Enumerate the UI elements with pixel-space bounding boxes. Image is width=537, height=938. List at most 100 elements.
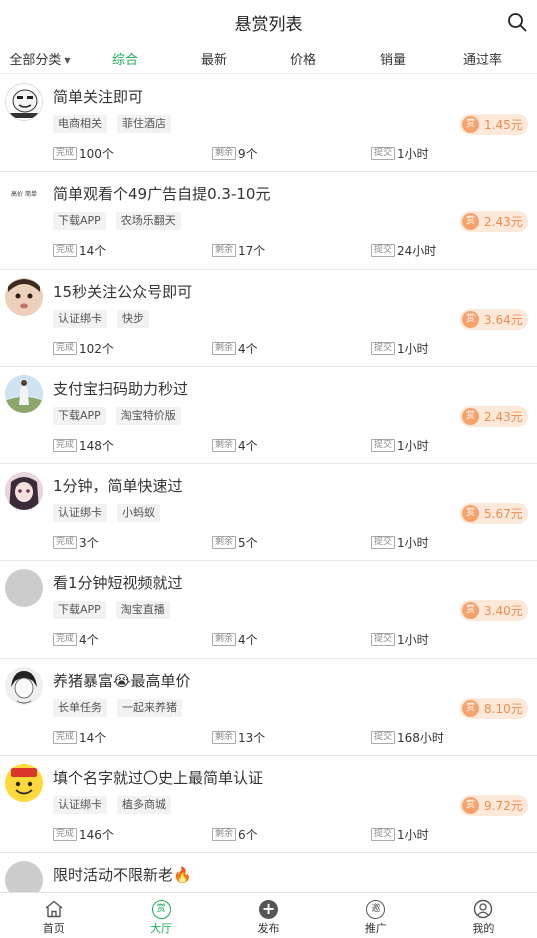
filter-all-categories[interactable]: 全部分类 ▼ xyxy=(0,49,80,68)
submit-time: 提交 1小时 xyxy=(371,437,429,454)
search-icon[interactable] xyxy=(507,12,527,32)
submit-value: 1小时 xyxy=(397,828,429,843)
reward-badge: 赏 1.45元 xyxy=(460,114,528,135)
done-count: 完成 14个 xyxy=(53,242,106,259)
submit-label: 提交 xyxy=(371,730,396,744)
task-title: 15秒关注公众号即可 xyxy=(53,282,193,301)
remain-label: 剩余 xyxy=(212,438,237,452)
reward-value: 5.67元 xyxy=(484,507,523,522)
task-list: 简单关注即可 电商相关 菲住酒店 完成 100个 剩余 9个 提交 1小时 赏 1.45… xyxy=(0,75,537,892)
promote-icon: 邀 xyxy=(365,899,387,919)
done-count: 完成 100个 xyxy=(53,145,114,162)
filter-price[interactable]: 价格 xyxy=(258,49,348,68)
remain-label: 剩余 xyxy=(212,244,237,258)
reward-badge: 赏 8.10元 xyxy=(460,697,528,719)
remain-value: 13个 xyxy=(238,730,266,745)
remain-value: 6个 xyxy=(238,828,258,843)
tab-promote[interactable]: 邀 推广 xyxy=(322,893,429,938)
task-row[interactable]: 15秒关注公众号即可 认证绑卡 快步 完成 102个 剩余 4个 提交 1小时 赏 3.… xyxy=(0,270,537,367)
reward-badge: 赏 5.67元 xyxy=(460,503,528,525)
avatar: 高价 简单 xyxy=(5,180,43,219)
remain-value: 4个 xyxy=(238,341,258,356)
task-tag: 一起来养猪 xyxy=(117,698,182,717)
avatar xyxy=(5,374,43,413)
reward-value: 1.45元 xyxy=(484,118,523,132)
task-row[interactable]: 简单关注即可 电商相关 菲住酒店 完成 100个 剩余 9个 提交 1小时 赏 1.45… xyxy=(0,75,537,173)
done-value: 102个 xyxy=(79,341,114,356)
anime-girl-icon xyxy=(5,472,43,511)
done-count: 完成 102个 xyxy=(53,340,114,357)
bottom-tab-bar: 首页 赏 大厅 + 发布 邀 推广 我的 xyxy=(0,892,537,938)
task-tag: 淘宝特价版 xyxy=(115,406,181,425)
done-value: 100个 xyxy=(79,147,114,161)
page-title: 悬赏列表 xyxy=(234,14,303,35)
task-tags: 电商相关 菲住酒店 xyxy=(53,115,171,133)
reward-icon: 赏 xyxy=(462,213,479,231)
meme-face-icon xyxy=(10,89,40,118)
filter-sales[interactable]: 销量 xyxy=(348,49,438,68)
task-row[interactable]: 1分钟，简单快速过 认证绑卡 小蚂蚁 完成 3个 剩余 5个 提交 1小时 赏 5.67… xyxy=(0,464,537,562)
task-title: 简单关注即可 xyxy=(53,88,144,106)
task-row[interactable]: 养猪暴富😭最高单价 长单任务 一起来养猪 完成 14个 剩余 13个 提交 168小时… xyxy=(0,659,537,757)
done-value: 3个 xyxy=(79,536,99,551)
app-header: 悬赏列表 xyxy=(0,0,537,44)
avatar xyxy=(5,764,43,803)
task-tags: 长单任务 一起来养猪 xyxy=(53,698,182,717)
submit-label: 提交 xyxy=(371,536,396,550)
submit-time: 提交 168小时 xyxy=(371,729,444,746)
task-tag: 植多商城 xyxy=(117,796,171,815)
remain-label: 剩余 xyxy=(212,730,237,744)
task-tag: 下载APP xyxy=(53,601,106,620)
done-count: 完成 3个 xyxy=(53,534,99,551)
tab-home[interactable]: 首页 xyxy=(0,893,107,938)
task-row[interactable]: 支付宝扫码助力秒过 下载APP 淘宝特价版 完成 148个 剩余 4个 提交 1小时 … xyxy=(0,367,537,465)
filter-pass-rate[interactable]: 通过率 xyxy=(438,49,527,68)
publish-icon: + xyxy=(258,899,280,919)
task-tags: 认证绑卡 小蚂蚁 xyxy=(53,504,160,523)
done-label: 完成 xyxy=(53,244,78,258)
task-row[interactable]: 高价 简单 简单观看个49广告自提0.3-10元 下载APP 农场乐翻天 完成 1… xyxy=(0,172,537,270)
reward-icon: 赏 xyxy=(462,116,479,133)
tab-label: 我的 xyxy=(472,922,495,935)
task-tags: 下载APP 淘宝直播 xyxy=(53,601,170,620)
done-count: 完成 146个 xyxy=(53,826,114,843)
submit-value: 24小时 xyxy=(397,244,437,259)
task-tags: 下载APP 淘宝特价版 xyxy=(53,406,181,425)
submit-label: 提交 xyxy=(371,341,396,355)
tab-publish[interactable]: + 发布 xyxy=(215,893,322,938)
task-title: 简单观看个49广告自提0.3-10元 xyxy=(53,185,271,204)
submit-label: 提交 xyxy=(371,828,396,842)
remain-label: 剩余 xyxy=(212,828,237,842)
remain-count: 剩余 4个 xyxy=(212,340,258,357)
remain-count: 剩余 4个 xyxy=(212,437,258,454)
task-row[interactable]: 看1分钟短视频就过 下载APP 淘宝直播 完成 4个 剩余 4个 提交 1小时 赏 3.… xyxy=(0,561,537,659)
submit-value: 1小时 xyxy=(397,341,429,356)
filter-comprehensive[interactable]: 综合 xyxy=(80,49,170,68)
tab-profile[interactable]: 我的 xyxy=(430,893,537,938)
submit-value: 1小时 xyxy=(397,147,429,161)
reward-icon: 赏 xyxy=(462,602,479,620)
done-count: 完成 14个 xyxy=(53,729,106,746)
remain-value: 4个 xyxy=(238,438,258,453)
tab-hall[interactable]: 赏 大厅 xyxy=(107,893,214,938)
filter-newest[interactable]: 最新 xyxy=(170,49,258,68)
task-tag: 快步 xyxy=(117,309,149,328)
reward-badge: 赏 3.40元 xyxy=(460,600,528,622)
done-label: 完成 xyxy=(53,147,78,160)
baby-photo-icon xyxy=(5,277,43,316)
task-title: 限时活动不限新老🔥 xyxy=(53,866,192,885)
done-value: 148个 xyxy=(79,438,114,453)
task-row[interactable]: 填个名字就过〇史上最简单认证 认证绑卡 植多商城 完成 146个 剩余 6个 提交 1… xyxy=(0,756,537,854)
avatar xyxy=(5,83,43,121)
task-row[interactable]: 限时活动不限新老🔥 xyxy=(0,853,537,892)
submit-time: 提交 1小时 xyxy=(371,826,429,843)
done-label: 完成 xyxy=(53,536,78,550)
submit-value: 1小时 xyxy=(397,438,429,453)
landscape-photo-icon xyxy=(5,374,43,413)
done-label: 完成 xyxy=(53,438,78,452)
reward-value: 8.10元 xyxy=(484,701,523,716)
remain-count: 剩余 6个 xyxy=(212,826,258,843)
remain-count: 剩余 17个 xyxy=(212,242,265,259)
submit-time: 提交 1小时 xyxy=(371,534,429,551)
reward-value: 9.72元 xyxy=(484,799,523,814)
